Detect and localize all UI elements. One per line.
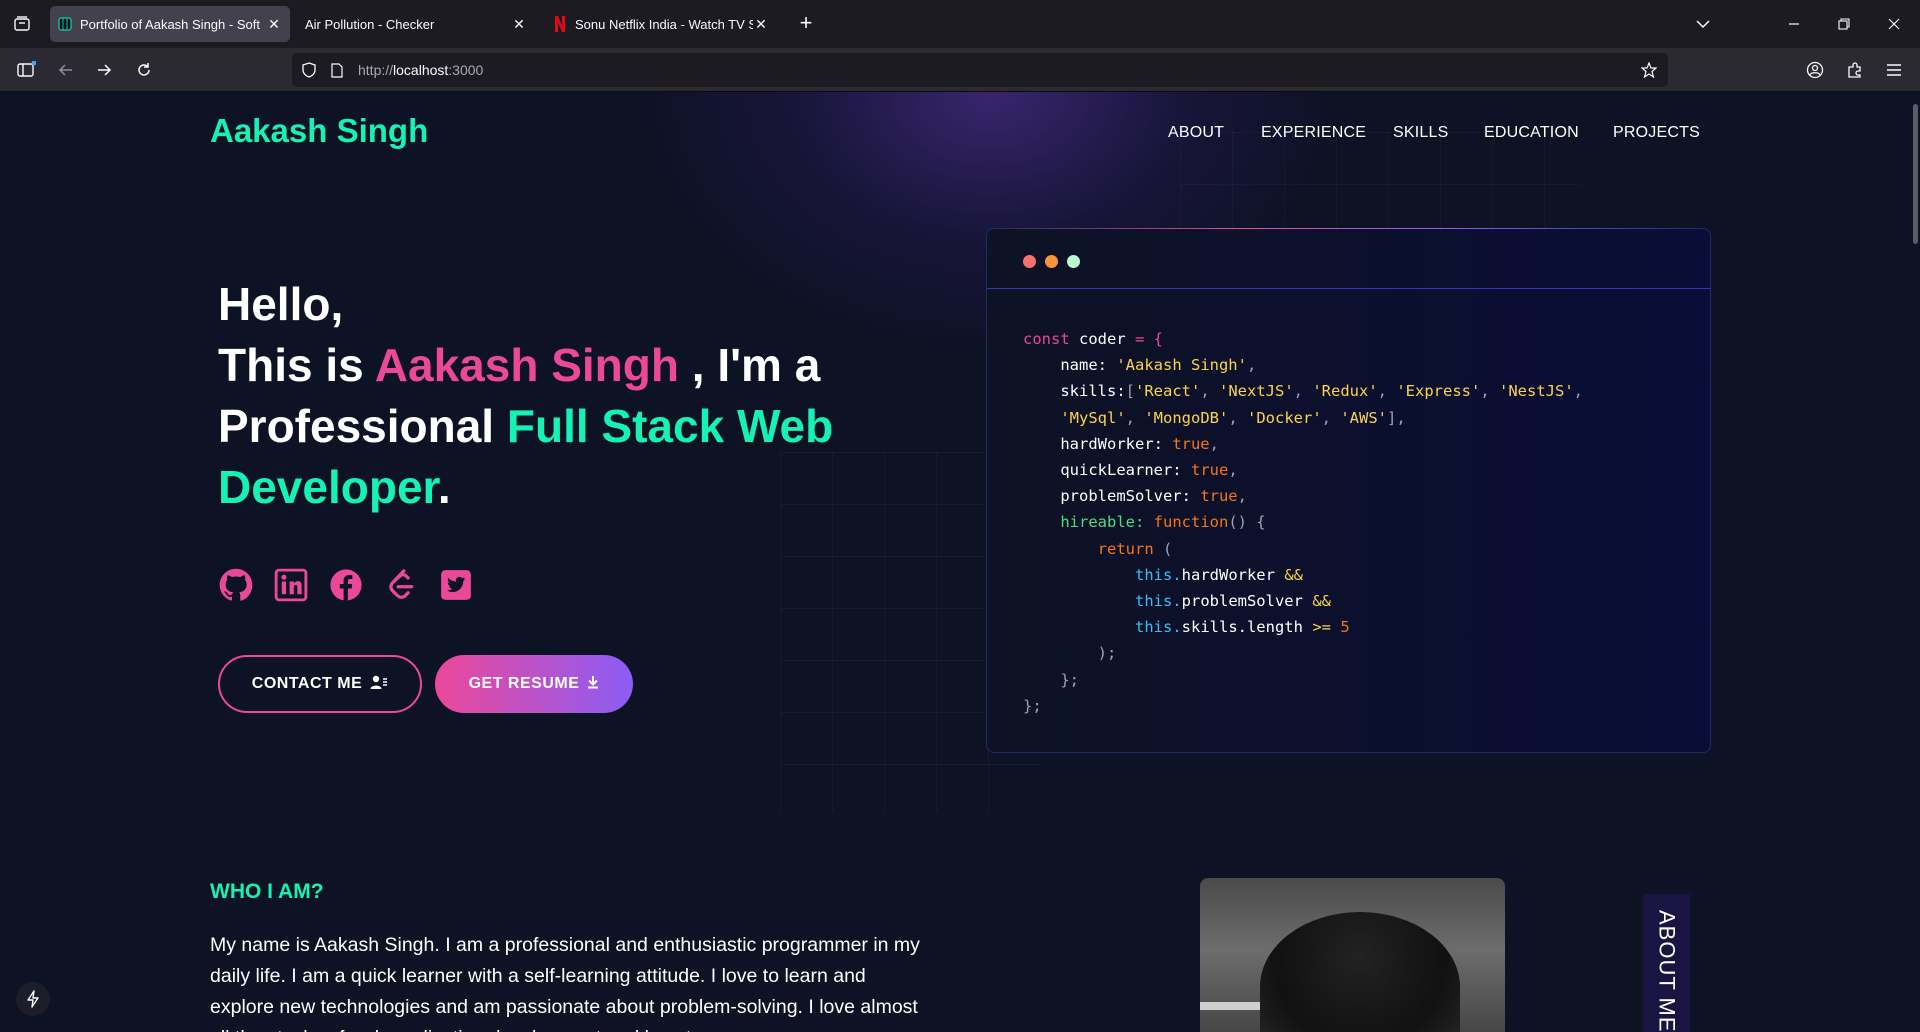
- user-contact-icon: [370, 674, 388, 695]
- leetcode-icon[interactable]: [383, 567, 419, 603]
- close-tab-icon[interactable]: ✕: [511, 16, 527, 32]
- contact-me-label: CONTACT ME: [251, 675, 363, 692]
- tab-title: Sonu Netflix India - Watch TV Sh: [575, 16, 753, 32]
- page-scrollbar[interactable]: [1913, 104, 1918, 244]
- close-window-icon[interactable]: [1882, 12, 1906, 36]
- site-brand[interactable]: Aakash Singh: [210, 112, 428, 150]
- social-links: [218, 567, 474, 603]
- url-host: localhost: [393, 62, 449, 78]
- bookmark-star-icon[interactable]: [1640, 61, 1658, 79]
- get-resume-label: GET RESUME: [468, 675, 580, 692]
- nav-skills[interactable]: SKILLS: [1393, 124, 1448, 142]
- code-line: };: [1023, 696, 1042, 715]
- code-line: const coder = {: [1023, 330, 1163, 348]
- orange-dot-icon: [1045, 255, 1058, 268]
- lightning-icon[interactable]: [16, 982, 50, 1016]
- hero-heading: Hello, This is Aakash Singh , I'm a Prof…: [218, 274, 898, 518]
- hero-line: Developer.: [218, 457, 898, 518]
- code-line: this.skills.length >= 5: [1134, 618, 1350, 637]
- close-tab-icon[interactable]: ✕: [753, 16, 769, 32]
- hero-text: , I'm a: [678, 339, 821, 391]
- account-icon[interactable]: [1803, 58, 1827, 82]
- code-card: const coder = { name: 'Aakash Singh', sk…: [986, 228, 1711, 753]
- contact-me-button[interactable]: CONTACT ME: [218, 655, 422, 713]
- tab-air-pollution[interactable]: Air Pollution - Checker ✕: [295, 6, 535, 42]
- hero-text: Professional: [218, 400, 507, 452]
- get-resume-button[interactable]: GET RESUME: [435, 655, 633, 713]
- tab-netflix[interactable]: Sonu Netflix India - Watch TV Sh ✕: [545, 6, 777, 42]
- hero-period: .: [437, 461, 451, 513]
- code-line: return (: [1097, 539, 1173, 558]
- hero-role: Developer: [218, 461, 438, 513]
- browser-toolbar: http://localhost:3000: [0, 48, 1920, 92]
- code-line: name: 'Aakash Singh',: [1060, 356, 1257, 375]
- close-tab-icon[interactable]: ✕: [266, 16, 282, 32]
- about-text: My name is Aakash Singh. I am a professi…: [210, 934, 920, 1032]
- download-icon: [587, 675, 599, 694]
- github-icon[interactable]: [218, 567, 254, 603]
- back-icon[interactable]: [54, 58, 78, 82]
- code-line: problemSolver: true,: [1060, 487, 1247, 506]
- page-icon[interactable]: [328, 61, 346, 79]
- portfolio-page: Aakash Singh ABOUT EXPERIENCE SKILLS EDU…: [0, 92, 1920, 1032]
- code-divider: [987, 288, 1710, 289]
- tab-title: Portfolio of Aakash Singh - Soft: [80, 16, 260, 32]
- linkedin-icon[interactable]: [273, 567, 309, 603]
- new-tab-icon[interactable]: +: [794, 12, 818, 36]
- card-accent-line: [987, 228, 1710, 229]
- shield-icon[interactable]: [300, 61, 318, 79]
- url-port: :3000: [448, 62, 484, 78]
- address-bar[interactable]: http://localhost:3000: [292, 53, 1668, 87]
- code-line: this.hardWorker &&: [1134, 565, 1303, 584]
- green-dot-icon: [1067, 255, 1080, 268]
- code-line: this.problemSolver &&: [1134, 592, 1331, 611]
- url-scheme: http://: [358, 62, 394, 78]
- profile-photo: [1200, 878, 1505, 1032]
- url-text[interactable]: http://localhost:3000: [358, 62, 483, 78]
- code-line: skills:['React', 'NextJS', 'Redux', 'Exp…: [1060, 382, 1583, 401]
- code-line: hireable: function() {: [1060, 513, 1266, 532]
- about-title: WHO I AM?: [210, 880, 324, 903]
- sidebar-icon[interactable]: [14, 58, 38, 82]
- menu-icon[interactable]: [1882, 58, 1906, 82]
- hero-greeting: Hello,: [218, 278, 344, 330]
- grid-favicon-icon: [58, 17, 72, 31]
- nav-education[interactable]: EDUCATION: [1484, 124, 1579, 142]
- code-line: };: [1060, 670, 1079, 689]
- minimize-icon[interactable]: [1782, 12, 1806, 36]
- code-line: );: [1097, 644, 1117, 663]
- nav-projects[interactable]: PROJECTS: [1613, 124, 1700, 142]
- tab-title: Air Pollution - Checker: [305, 16, 435, 32]
- window-dots: [1023, 255, 1080, 268]
- reload-icon[interactable]: [132, 58, 156, 82]
- twitter-icon[interactable]: [438, 567, 474, 603]
- extensions-icon[interactable]: [1843, 58, 1867, 82]
- code-line: 'MySql', 'MongoDB', 'Docker', 'AWS'],: [1060, 408, 1406, 427]
- forward-icon[interactable]: [92, 58, 116, 82]
- list-all-tabs-icon[interactable]: [1691, 12, 1715, 36]
- hero-line: This is Aakash Singh , I'm a: [218, 335, 898, 396]
- restore-icon[interactable]: [1832, 12, 1856, 36]
- tab-list-icon[interactable]: [10, 12, 34, 36]
- hero-text: This is: [218, 339, 375, 391]
- hero-line: Professional Full Stack Web: [218, 396, 898, 457]
- browser-tab-bar: Portfolio of Aakash Singh - Soft ✕ Air P…: [0, 0, 1920, 48]
- hero-role: Full Stack Web: [506, 400, 834, 452]
- red-dot-icon: [1023, 255, 1036, 268]
- nav-experience[interactable]: EXPERIENCE: [1261, 124, 1366, 142]
- code-line: quickLearner: true,: [1060, 461, 1238, 480]
- nav-about[interactable]: ABOUT: [1168, 124, 1224, 142]
- about-me-label: ABOUT ME: [1643, 894, 1690, 1032]
- code-block: const coder = { name: 'Aakash Singh', sk…: [1023, 326, 1583, 719]
- tab-portfolio[interactable]: Portfolio of Aakash Singh - Soft ✕: [50, 6, 290, 42]
- hero-name: Aakash Singh: [374, 339, 679, 391]
- facebook-icon[interactable]: [328, 567, 364, 603]
- netflix-favicon-icon: [553, 16, 567, 32]
- code-line: hardWorker: true,: [1060, 434, 1219, 453]
